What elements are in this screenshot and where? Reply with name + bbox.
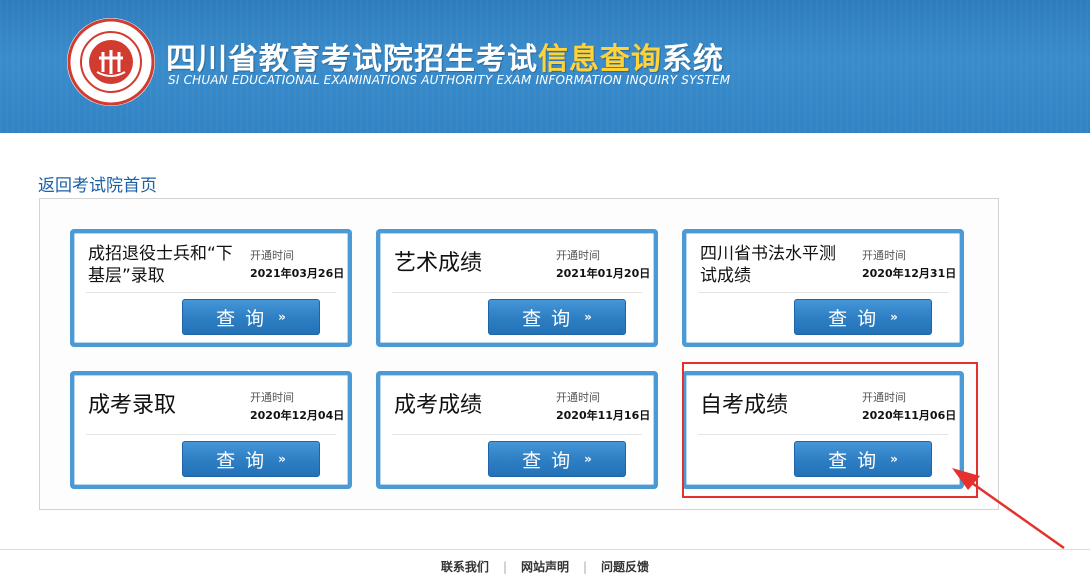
query-card: 四川省书法水平测试成绩 开通时间 2020年12月31日 查询»: [682, 229, 964, 347]
footer-link-contact[interactable]: 联系我们: [441, 560, 489, 574]
query-card: 成考成绩 开通时间 2020年11月16日 查询»: [376, 371, 658, 489]
query-card: 艺术成绩 开通时间 2021年01月20日 查询»: [376, 229, 658, 347]
footer: 联系我们 | 网站声明 | 问题反馈: [0, 558, 1090, 575]
divider: [86, 292, 336, 293]
open-time-label: 开通时间: [862, 249, 906, 262]
footer-separator: |: [502, 560, 507, 574]
back-home-link[interactable]: 返回考试院首页: [38, 171, 157, 196]
open-time-label: 开通时间: [556, 391, 600, 404]
double-chevron-icon: »: [584, 452, 592, 466]
double-chevron-icon: »: [890, 310, 898, 324]
open-date: 2021年01月20日: [556, 267, 651, 280]
divider: [86, 434, 336, 435]
query-button[interactable]: 查询»: [488, 441, 626, 477]
query-button[interactable]: 查询»: [794, 299, 932, 335]
annotation-highlight-box: [682, 362, 978, 498]
open-time-label: 开通时间: [250, 249, 294, 262]
footer-link-statement[interactable]: 网站声明: [521, 560, 569, 574]
open-date: 2020年11月16日: [556, 409, 651, 422]
double-chevron-icon: »: [278, 310, 286, 324]
card-title: 四川省书法水平测试成绩: [700, 244, 836, 286]
seal-logo-icon: [67, 18, 155, 106]
open-date: 2020年12月31日: [862, 267, 957, 280]
card-title: 成招退役士兵和“下基层”录取: [88, 244, 233, 286]
query-card: 成招退役士兵和“下基层”录取 开通时间 2021年03月26日 查询»: [70, 229, 352, 347]
divider: [392, 434, 642, 435]
double-chevron-icon: »: [278, 452, 286, 466]
card-title: 成考成绩: [394, 393, 483, 418]
card-title: 艺术成绩: [394, 251, 483, 276]
double-chevron-icon: »: [584, 310, 592, 324]
card-title: 成考录取: [88, 393, 177, 418]
query-button[interactable]: 查询»: [488, 299, 626, 335]
divider: [698, 292, 948, 293]
open-time-label: 开通时间: [250, 391, 294, 404]
query-button[interactable]: 查询»: [182, 441, 320, 477]
footer-divider: [0, 549, 1090, 550]
annotation-arrow-icon: [952, 468, 1065, 550]
footer-separator: |: [583, 560, 588, 574]
divider: [392, 292, 642, 293]
page-title: 四川省教育考试院招生考试信息查询系统: [166, 42, 724, 77]
query-button[interactable]: 查询»: [182, 299, 320, 335]
page-subtitle: SI CHUAN EDUCATIONAL EXAMINATIONS AUTHOR…: [168, 73, 731, 87]
open-date: 2021年03月26日: [250, 267, 345, 280]
query-card: 成考录取 开通时间 2020年12月04日 查询»: [70, 371, 352, 489]
header-banner: 四川省教育考试院招生考试信息查询系统 SI CHUAN EDUCATIONAL …: [0, 0, 1090, 133]
footer-link-feedback[interactable]: 问题反馈: [601, 560, 649, 574]
open-date: 2020年12月04日: [250, 409, 345, 422]
title-highlight: 信息查询: [538, 42, 662, 77]
open-time-label: 开通时间: [556, 249, 600, 262]
